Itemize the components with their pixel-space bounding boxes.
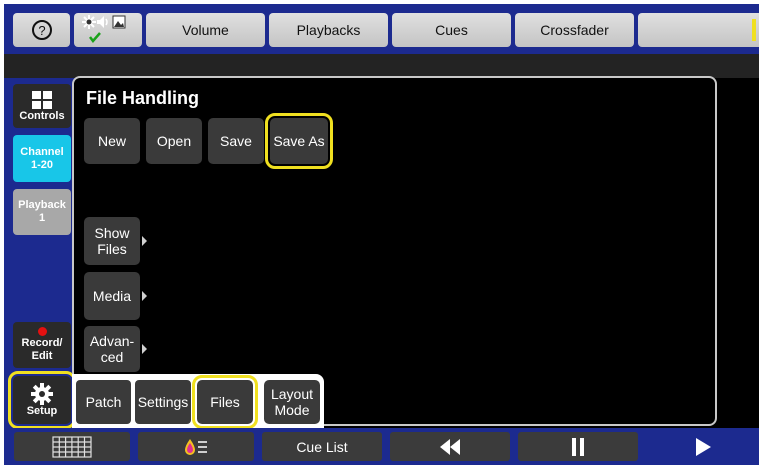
show-files-arrow bbox=[142, 236, 147, 246]
file-handling-panel: File Handling New Open Save Save As Show… bbox=[72, 76, 717, 429]
keypad-icon bbox=[52, 435, 92, 458]
speaker-icon bbox=[97, 16, 108, 28]
advanced-arrow bbox=[142, 344, 147, 354]
tab-settings[interactable]: Settings bbox=[135, 380, 191, 424]
rewind-button[interactable] bbox=[390, 432, 510, 461]
top-bar: ? Volume Playbacks Cues Crossfader bbox=[4, 4, 759, 54]
play-icon bbox=[695, 437, 711, 456]
tab-playbacks[interactable]: Playbacks bbox=[269, 13, 388, 47]
setup-button[interactable]: Setup bbox=[8, 371, 76, 429]
console-screen: ? Volume Playbacks Cues Crossfader Contr… bbox=[4, 4, 759, 465]
tab-volume[interactable]: Volume bbox=[146, 13, 265, 47]
advanced-button[interactable]: Advan- ced bbox=[84, 326, 140, 372]
panel-title: File Handling bbox=[86, 88, 200, 108]
tab-patch[interactable]: Patch bbox=[76, 380, 131, 424]
tab-files[interactable]: Files bbox=[192, 375, 258, 429]
tab-crossfader[interactable]: Crossfader bbox=[515, 13, 634, 47]
sun-icon bbox=[82, 15, 96, 29]
color-picker-button[interactable] bbox=[138, 432, 254, 461]
save-button[interactable]: Save bbox=[208, 118, 264, 164]
pause-icon bbox=[572, 437, 584, 456]
yellow-indicator bbox=[752, 19, 756, 41]
channel-label: Channel 1-20 bbox=[20, 145, 64, 171]
color-palette-icon bbox=[185, 438, 207, 455]
setup-label: Setup bbox=[26, 404, 58, 417]
show-files-button[interactable]: Show Files bbox=[84, 217, 140, 265]
gear-icon bbox=[31, 382, 53, 405]
status-button[interactable] bbox=[74, 13, 142, 47]
playback-label: Playback 1 bbox=[18, 199, 66, 224]
tab-blank[interactable] bbox=[638, 13, 759, 47]
checkmark-icon bbox=[89, 32, 101, 43]
rewind-icon bbox=[440, 438, 460, 455]
question-mark-icon: ? bbox=[31, 20, 52, 40]
record-dot-icon bbox=[37, 327, 47, 336]
left-column: Controls Channel 1-20 Playback 1 Record/… bbox=[4, 78, 77, 429]
play-button[interactable] bbox=[646, 432, 759, 461]
svg-text:?: ? bbox=[38, 23, 45, 38]
open-button[interactable]: Open bbox=[146, 118, 202, 164]
media-button[interactable]: Media bbox=[84, 272, 140, 320]
tab-cues[interactable]: Cues bbox=[392, 13, 511, 47]
new-button[interactable]: New bbox=[84, 118, 140, 164]
record-edit-label: Record/ Edit bbox=[21, 337, 63, 362]
controls-label: Controls bbox=[19, 109, 65, 122]
bottom-bar: Cue List bbox=[4, 428, 759, 465]
controls-button[interactable]: Controls bbox=[13, 84, 71, 128]
picture-icon bbox=[112, 15, 126, 29]
cue-list-button[interactable]: Cue List bbox=[262, 432, 382, 461]
record-edit-button[interactable]: Record/ Edit bbox=[13, 322, 71, 368]
status-strip bbox=[4, 54, 759, 78]
tab-layout-mode[interactable]: Layout Mode bbox=[264, 380, 320, 424]
keypad-button[interactable] bbox=[14, 432, 130, 461]
channel-button[interactable]: Channel 1-20 bbox=[13, 135, 71, 182]
grid-icon bbox=[32, 90, 52, 109]
pause-button[interactable] bbox=[518, 432, 638, 461]
help-button[interactable]: ? bbox=[13, 13, 70, 47]
save-as-button[interactable]: Save As bbox=[265, 113, 333, 169]
playback-button[interactable]: Playback 1 bbox=[13, 189, 71, 235]
media-arrow bbox=[142, 291, 147, 301]
right-blank-area bbox=[720, 78, 759, 428]
